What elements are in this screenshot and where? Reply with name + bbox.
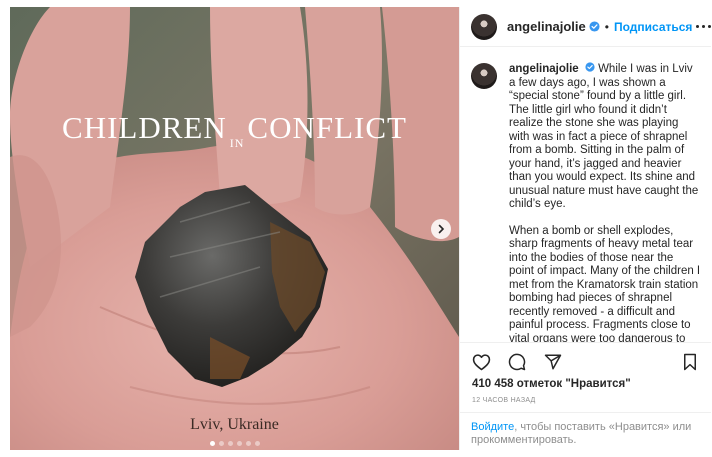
save-button[interactable]: [678, 350, 702, 374]
carousel-indicator: [10, 441, 459, 446]
post-image[interactable]: CHILDREN INCONFLICT Lviv, Ukraine: [10, 7, 459, 450]
hand-holding-shrapnel-photo: [10, 7, 459, 450]
next-slide-button[interactable]: [431, 219, 451, 239]
title-word-in: IN: [229, 136, 245, 150]
title-word-conflict: CONFLICT: [247, 110, 407, 145]
carousel-dot: [227, 441, 233, 446]
bookmark-icon: [684, 353, 696, 371]
title-word-children: CHILDREN: [62, 110, 227, 145]
follow-button[interactable]: Подписаться: [614, 20, 692, 34]
more-options-icon[interactable]: [692, 21, 712, 32]
login-link[interactable]: Войдите: [471, 421, 514, 433]
heart-icon: [472, 354, 490, 371]
carousel-dot: [254, 441, 260, 446]
verified-badge-icon: [585, 62, 595, 72]
likes-count[interactable]: 410 458 отметок "Нравится": [472, 378, 631, 390]
caption-paragraph-2: When a bomb or shell explodes, sharp fra…: [509, 224, 701, 343]
image-location-caption: Lviv, Ukraine: [190, 416, 279, 433]
post-details-panel: angelinajolie • Подписаться angelinajoli…: [459, 7, 712, 450]
header-separator: •: [604, 19, 609, 34]
comment-button[interactable]: [505, 350, 529, 374]
post-actions: [460, 344, 711, 380]
post-header: angelinajolie • Подписаться: [460, 7, 712, 47]
caption-text-1: While I was in Lviv a few days ago, I wa…: [509, 63, 699, 210]
login-prompt: Войдите, чтобы поставить «Нравится» или …: [460, 412, 711, 450]
caption-body: angelinajolie While I was in Lviv a few …: [509, 62, 701, 343]
header-username[interactable]: angelinajolie: [507, 19, 586, 34]
verified-badge-icon: [589, 21, 600, 32]
carousel-dot: [245, 441, 251, 446]
share-button[interactable]: [541, 350, 565, 374]
comment-icon: [508, 353, 526, 371]
caption-scroll-area[interactable]: angelinajolie While I was in Lviv a few …: [460, 48, 711, 343]
carousel-dot: [236, 441, 242, 446]
caption-username[interactable]: angelinajolie: [509, 63, 579, 75]
avatar[interactable]: [471, 13, 497, 40]
share-icon: [544, 354, 562, 370]
carousel-dot: [218, 441, 224, 446]
like-button[interactable]: [469, 350, 493, 374]
post-timestamp[interactable]: 12 часов назад: [472, 397, 536, 404]
carousel-dot: [209, 441, 215, 446]
chevron-right-icon: [438, 224, 445, 234]
image-title-overlay: CHILDREN INCONFLICT: [10, 110, 459, 151]
caption: angelinajolie While I was in Lviv a few …: [471, 62, 701, 343]
caption-avatar[interactable]: [471, 63, 497, 89]
caption-paragraph-1: angelinajolie While I was in Lviv a few …: [509, 62, 701, 212]
